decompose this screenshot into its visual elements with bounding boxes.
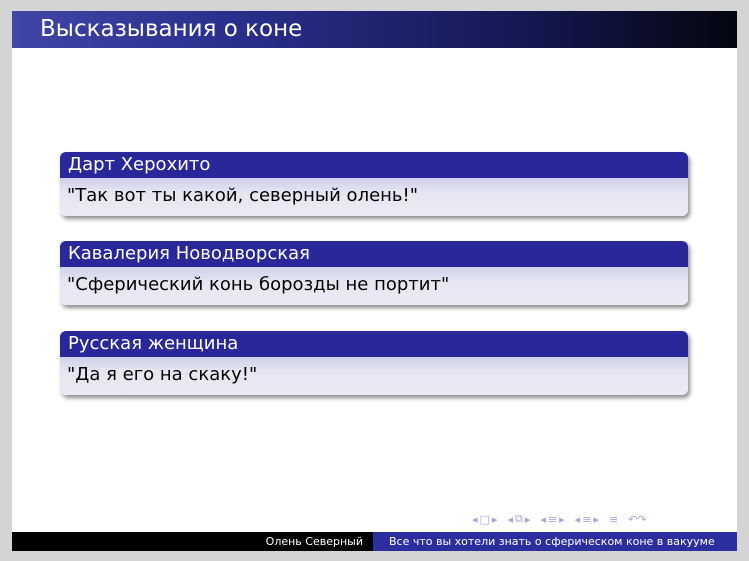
nav-toc-icon[interactable]: ≡: [609, 513, 618, 526]
footer-author: Олень Северный: [12, 532, 373, 551]
footer: Олень Северный Все что вы хотели знать о…: [12, 532, 737, 551]
navigation-bar: ◂ □ ▸ ◂ ⧉ ▸ ◂ ≡ ▸ ◂ ≡ ▸ ≡ ↶↷: [472, 512, 647, 526]
quote-block-body: "Да я его на скаку!": [60, 357, 688, 395]
quote-block: Кавалерия Новодворская "Сферический конь…: [60, 241, 688, 305]
nav-frame-icon[interactable]: ◂ ⧉ ▸: [507, 512, 530, 526]
quote-block-body: "Так вот ты какой, северный олень!": [60, 178, 688, 216]
quote-block-title: Русская женщина: [60, 331, 688, 357]
nav-slide-icon[interactable]: ◂ □ ▸: [472, 513, 497, 526]
slide: Высказывания о коне Дарт Херохито "Так в…: [12, 11, 737, 551]
quote-block: Русская женщина "Да я его на скаку!": [60, 331, 688, 395]
nav-search-icon[interactable]: ↶↷: [628, 513, 646, 526]
nav-subsection-icon[interactable]: ◂ ≡ ▸: [540, 513, 564, 526]
quote-block-title: Кавалерия Новодворская: [60, 241, 688, 267]
frame-title: Высказывания о коне: [12, 11, 737, 48]
nav-section-icon[interactable]: ◂ ≡ ▸: [575, 513, 599, 526]
footer-short-title: Все что вы хотели знать о сферическом ко…: [373, 532, 737, 551]
quote-block-title: Дарт Херохито: [60, 152, 688, 178]
quote-block: Дарт Херохито "Так вот ты какой, северны…: [60, 152, 688, 216]
quote-block-body: "Сферический конь борозды не портит": [60, 267, 688, 305]
